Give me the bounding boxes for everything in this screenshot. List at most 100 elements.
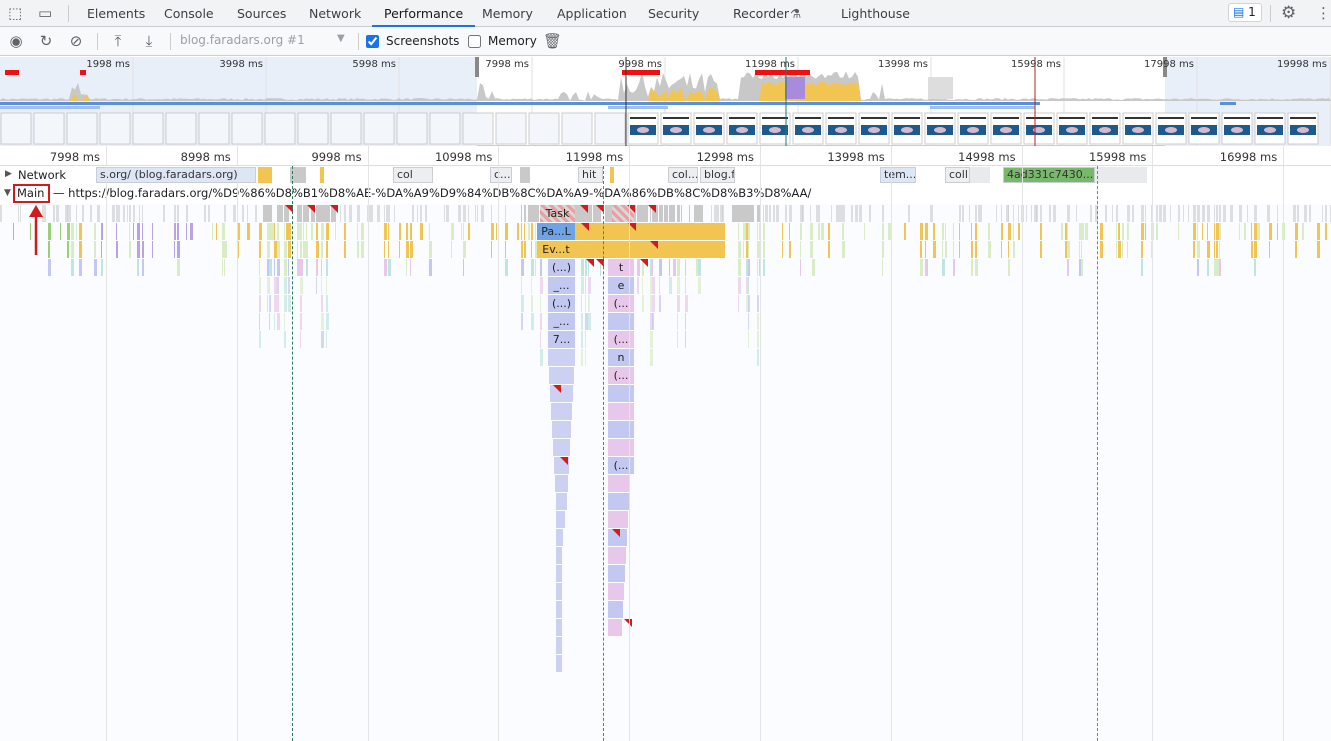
flame-event[interactable] [975, 223, 977, 240]
flame-event[interactable] [468, 223, 470, 240]
flame-event[interactable] [269, 241, 270, 258]
flame-event[interactable] [496, 223, 497, 240]
flame-event[interactable] [864, 223, 865, 240]
flame-event[interactable] [959, 223, 960, 240]
flame-event[interactable] [1207, 223, 1208, 240]
flame-event[interactable] [71, 259, 74, 276]
flame-event[interactable] [642, 277, 643, 294]
flame-event[interactable] [152, 223, 153, 240]
flame-event[interactable] [384, 241, 385, 258]
screenshot-thumbnail[interactable] [561, 112, 593, 145]
task-event[interactable] [855, 205, 858, 222]
flame-event[interactable] [1216, 241, 1218, 258]
flame-event[interactable] [1254, 259, 1256, 276]
task-event[interactable] [1116, 205, 1118, 222]
task-event[interactable] [1067, 205, 1070, 222]
task-event[interactable] [97, 205, 100, 222]
flame-event[interactable] [748, 277, 749, 294]
flame-event[interactable] [284, 223, 285, 240]
flame-event[interactable] [535, 223, 536, 240]
flame-event[interactable] [521, 313, 523, 330]
flame-event[interactable] [406, 241, 409, 258]
flame-event[interactable] [933, 241, 936, 258]
flame-event[interactable] [316, 241, 319, 258]
flame-event[interactable] [677, 313, 678, 330]
task-event[interactable] [388, 205, 390, 222]
flame-event[interactable] [1118, 223, 1120, 240]
flame-event[interactable] [48, 241, 50, 258]
network-request[interactable] [1095, 167, 1147, 183]
flame-event[interactable] [335, 223, 336, 240]
flame-event[interactable] [288, 277, 290, 294]
flame-event[interactable] [142, 259, 144, 276]
screenshot-thumbnail[interactable] [231, 112, 263, 145]
screenshot-thumbnail[interactable] [33, 112, 65, 145]
flame-event[interactable] [800, 223, 802, 240]
flame-event[interactable] [277, 259, 280, 276]
flame-event[interactable] [882, 241, 884, 258]
flame-event[interactable] [174, 241, 175, 258]
task-event[interactable] [377, 205, 380, 222]
flame-event[interactable] [637, 277, 639, 294]
flame-event[interactable] [1156, 223, 1158, 240]
flame-event[interactable] [669, 259, 670, 276]
flame-event[interactable] [540, 259, 542, 276]
task-event[interactable] [269, 205, 271, 222]
flame-event[interactable] [763, 259, 765, 276]
task-event[interactable] [930, 205, 933, 222]
flame-event[interactable] [585, 295, 586, 312]
flame-event[interactable] [321, 223, 324, 240]
flame-event[interactable] [642, 295, 644, 312]
flame-event[interactable] [326, 241, 328, 258]
function-call-event[interactable] [552, 421, 571, 438]
task-event[interactable] [752, 205, 753, 222]
flame-event[interactable] [581, 259, 584, 276]
flame-event[interactable] [274, 259, 275, 276]
flame-event[interactable] [789, 241, 791, 258]
flame-event[interactable] [588, 313, 591, 330]
flame-event[interactable] [1116, 223, 1117, 240]
function-call-event[interactable] [556, 565, 562, 582]
flame-event[interactable] [357, 223, 358, 240]
tab-console[interactable]: Console [164, 0, 214, 27]
flame-event[interactable] [399, 223, 401, 240]
flame-event[interactable] [277, 241, 280, 258]
flame-event[interactable] [321, 331, 324, 348]
flame-event[interactable] [288, 241, 291, 258]
task-event[interactable] [996, 205, 997, 222]
flame-event[interactable] [429, 259, 432, 276]
task-event[interactable] [1207, 205, 1210, 222]
task-event[interactable] [1230, 205, 1233, 222]
flame-event[interactable] [399, 241, 400, 258]
flame-event[interactable] [1207, 241, 1210, 258]
function-call-event[interactable] [556, 637, 562, 654]
task-event[interactable] [859, 205, 862, 222]
task-event[interactable] [869, 205, 871, 222]
flame-event[interactable] [698, 259, 701, 276]
flame-event[interactable] [1013, 223, 1014, 240]
flame-event[interactable] [1317, 241, 1320, 258]
flame-event[interactable] [517, 223, 519, 240]
flame-event[interactable] [129, 241, 131, 258]
flame-event[interactable] [685, 295, 688, 312]
flame-event[interactable] [94, 241, 96, 258]
flame-event[interactable] [491, 241, 492, 258]
task-event[interactable] [174, 205, 176, 222]
network-request[interactable]: hit [578, 167, 603, 183]
flame-event[interactable] [13, 223, 14, 240]
flame-event[interactable] [288, 259, 289, 276]
task-event[interactable] [444, 205, 445, 222]
task-event[interactable] [186, 205, 188, 222]
flame-event[interactable] [904, 223, 906, 240]
task-event[interactable] [357, 205, 360, 222]
long-task-event[interactable]: Task [540, 205, 575, 222]
flame-event[interactable] [1197, 223, 1198, 240]
flame-event[interactable] [321, 277, 322, 294]
function-call-event[interactable] [608, 619, 622, 636]
task-event[interactable] [1277, 205, 1278, 222]
flame-event[interactable] [238, 241, 239, 258]
flame-event[interactable] [94, 259, 97, 276]
flame-event[interactable] [277, 277, 279, 294]
task-event[interactable] [384, 205, 385, 222]
flame-event[interactable] [685, 313, 686, 330]
